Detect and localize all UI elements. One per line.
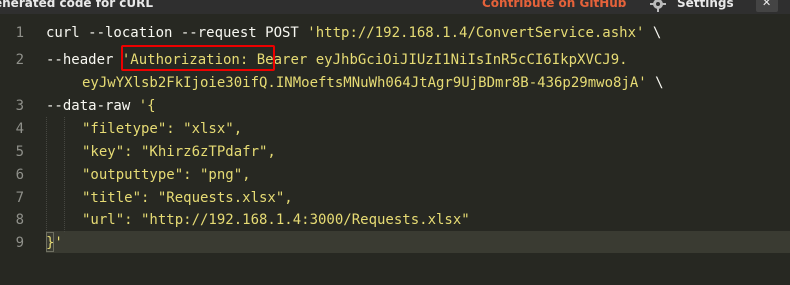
code-line-7: "title": "Requests.xlsx", <box>82 190 293 206</box>
code-line-5: "key": "Khirz6zTPdafr", <box>82 144 276 160</box>
line-number: 2 <box>15 52 24 68</box>
code-text: --data-raw <box>46 98 139 114</box>
code-text: curl --location --request POST <box>46 25 308 41</box>
code-line-3: --data-raw '{ <box>46 95 156 117</box>
line-number: 7 <box>15 190 24 206</box>
code-line-6: "outputtype": "png", <box>82 167 251 183</box>
authorization-highlight-box <box>121 45 275 71</box>
code-text: --header <box>46 52 122 68</box>
close-button[interactable]: ✕ <box>756 0 778 12</box>
line-number: 3 <box>15 98 24 114</box>
top-bar: enerated code for cURL Contribute on Git… <box>0 0 790 14</box>
code-line-8: "url": "http://192.168.1.4:3000/Requests… <box>82 212 470 228</box>
code-string: Bearer eyJhbGciOiJIUzI1NiIsInR5cCI6IkpXV… <box>248 52 628 68</box>
code-line-2-wrapped: eyJwYXlsb2FkIjoie30ifQ.INMoeftsMNuWh064J… <box>82 72 664 94</box>
indent-guide <box>64 117 65 232</box>
close-icon: ✕ <box>762 0 772 9</box>
line-number: 8 <box>15 212 24 228</box>
line-number: 4 <box>15 121 24 137</box>
indent-guide <box>46 117 47 232</box>
settings-button[interactable]: Settings <box>677 0 734 10</box>
code-string: '{ <box>138 98 156 114</box>
bracket-match-cursor <box>46 232 54 252</box>
code-editor[interactable]: 1 2 3 4 5 6 7 8 9 curl --location --requ… <box>0 14 790 285</box>
code-string: eyJwYXlsb2FkIjoie30ifQ.INMoeftsMNuWh064J… <box>82 75 647 91</box>
gear-icon[interactable] <box>650 0 666 12</box>
active-line-highlight <box>46 231 790 253</box>
code-text: \ <box>644 25 662 41</box>
code-text: \ <box>646 75 664 91</box>
line-number: 1 <box>15 25 24 41</box>
contribute-github-link[interactable]: Contribute on GitHub <box>482 0 626 10</box>
panel-title: enerated code for cURL <box>0 0 154 10</box>
line-number: 6 <box>15 167 24 183</box>
line-number: 5 <box>15 144 24 160</box>
code-string: 'http://192.168.1.4/ConvertService.ashx' <box>307 25 645 41</box>
line-number: 9 <box>15 235 24 251</box>
code-line-4: "filetype": "xlsx", <box>82 121 243 137</box>
line-number-gutter: 1 2 3 4 5 6 7 8 9 <box>0 14 36 285</box>
code-line-1: curl --location --request POST 'http://1… <box>46 22 661 44</box>
